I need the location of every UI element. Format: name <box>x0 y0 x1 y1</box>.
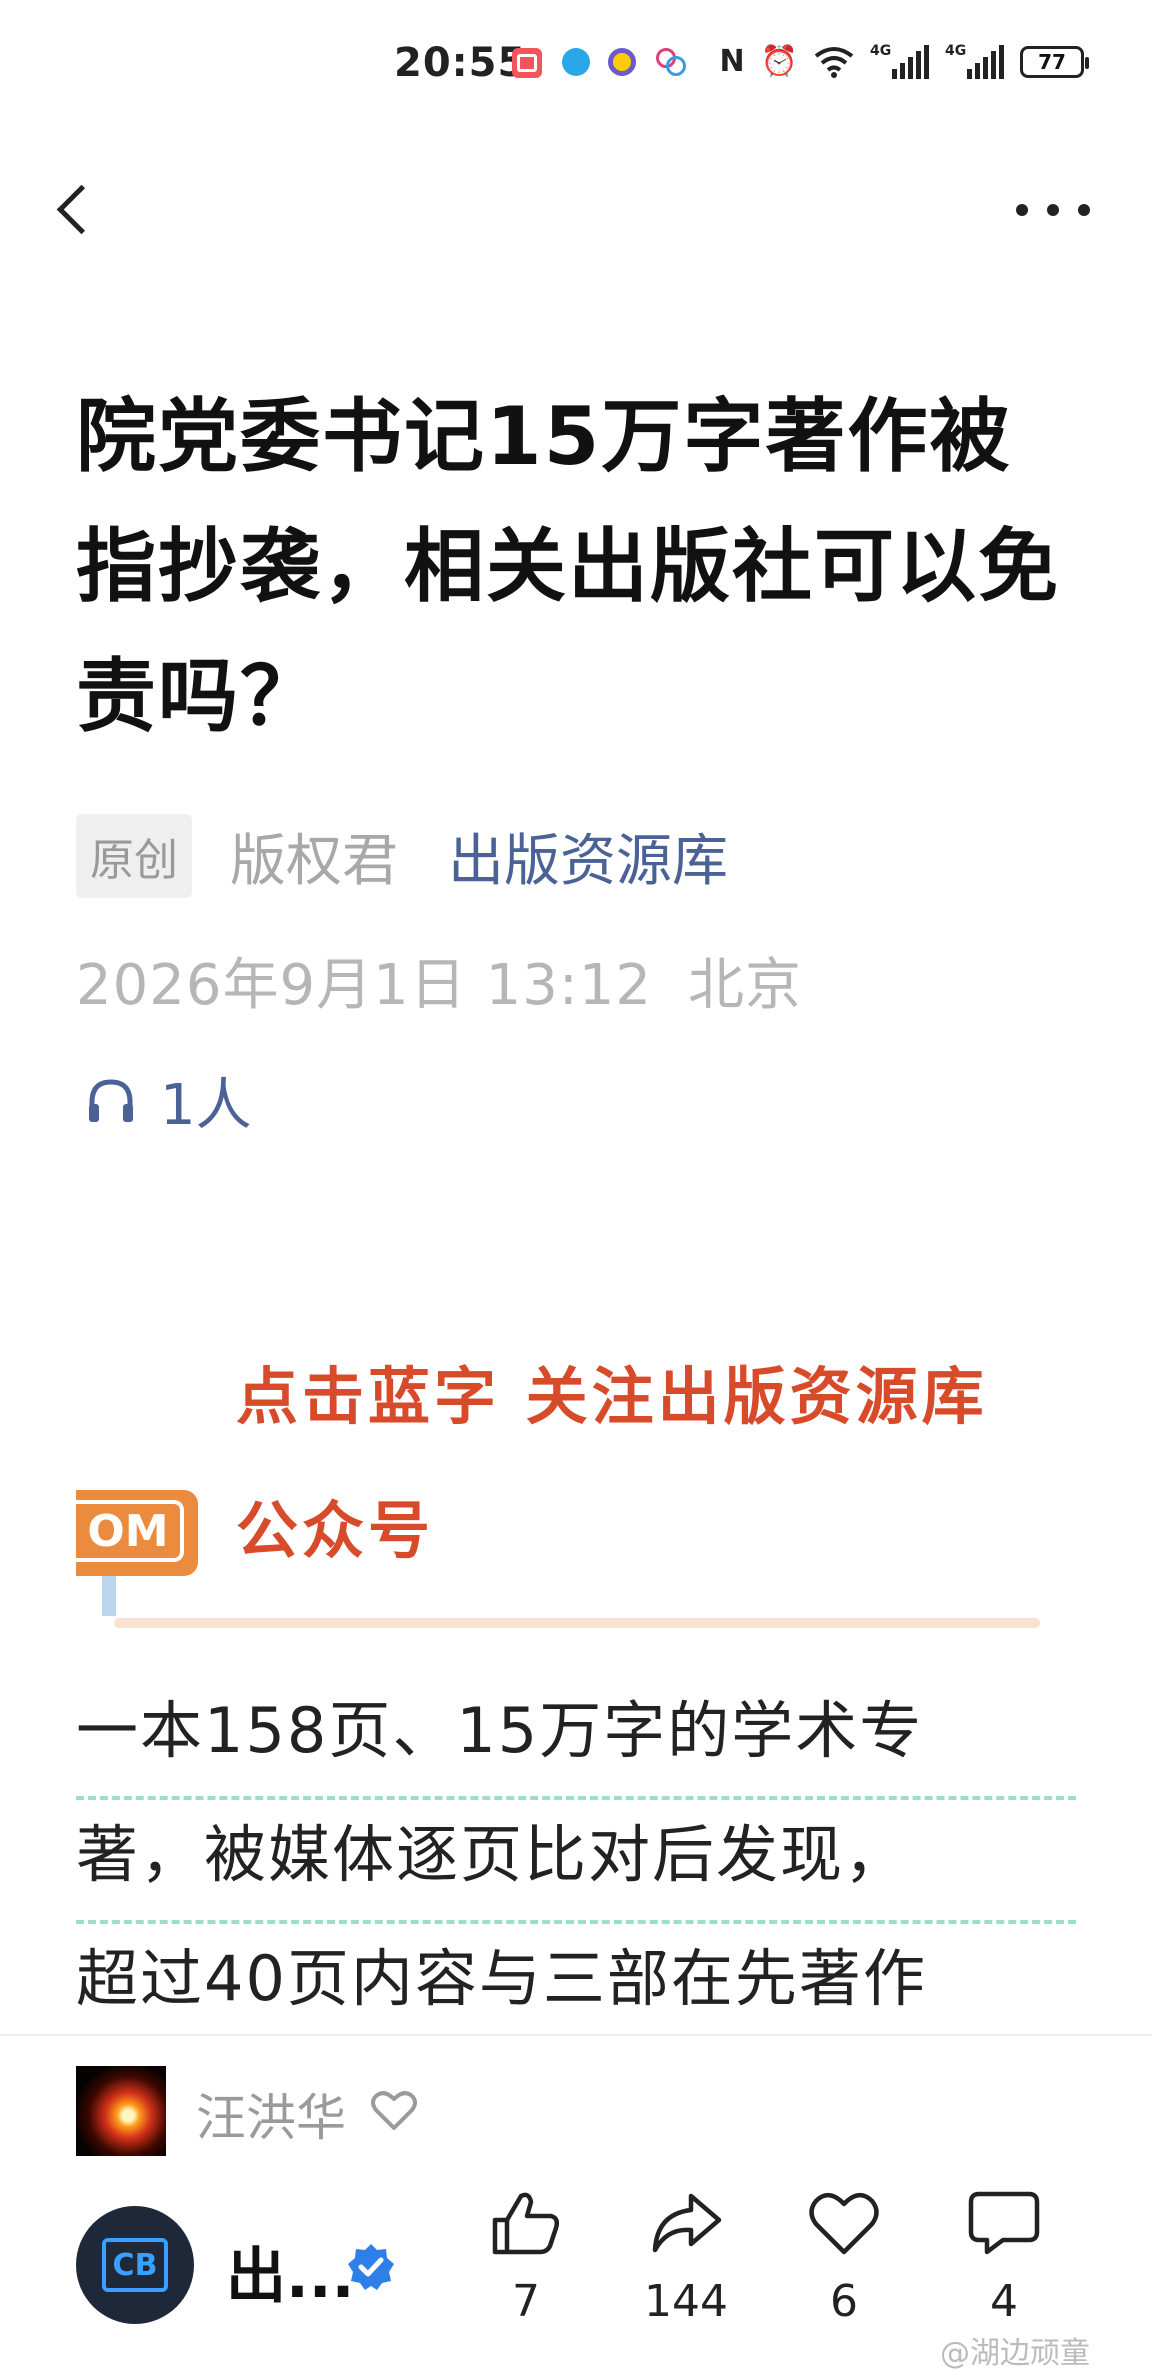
sharer-name[interactable]: 汪洪华 <box>196 2078 346 2150</box>
listen-button[interactable]: 1人 <box>84 1060 252 1141</box>
headphones-icon <box>89 1078 133 1122</box>
account-link[interactable]: 出版资源库 <box>448 816 728 897</box>
publish-date: 2026年9月1日 13:12 <box>76 953 652 1018</box>
signal-icon: 4G <box>870 42 929 79</box>
banner-tag: OM <box>76 1490 198 1576</box>
publish-info: 2026年9月1日 13:12 北京 <box>76 940 838 1021</box>
page: 20:55 N ⏰ 4G 4G 77 院党委书记15万字著作被指抄袭，相关出版社… <box>0 0 1152 2376</box>
signal-icon: 4G <box>945 42 1004 79</box>
notification-app-icon <box>608 48 636 76</box>
comment-button[interactable]: 4 <box>944 2188 1064 2327</box>
article-body: 一本158页、15万字的学术专 著，被媒体逐页比对后发现， 超过40页内容与三部… <box>76 1676 1076 2048</box>
listener-count: 1人 <box>160 1073 252 1138</box>
follow-banner-text: 点击蓝字 关注出版资源库 <box>236 1360 988 1433</box>
more-dot-icon <box>1078 204 1090 216</box>
banner-tag-label: OM <box>76 1500 184 1562</box>
banner-divider <box>114 1618 1040 1628</box>
more-options-button[interactable] <box>1016 190 1090 230</box>
watermark: @湖边顽童 <box>940 2336 1090 2371</box>
favorite-count: 6 <box>830 2276 858 2327</box>
signal-label: 4G <box>945 42 967 59</box>
status-time: 20:55 <box>394 40 527 86</box>
body-line: 著，被媒体逐页比对后发现， <box>76 1800 1076 1924</box>
original-badge: 原创 <box>76 814 192 898</box>
author-name: 版权君 <box>230 828 398 894</box>
comment-count: 4 <box>990 2276 1018 2327</box>
battery-icon: 77 <box>1020 45 1089 78</box>
nfc-icon: N <box>719 44 745 79</box>
wifi-icon <box>814 46 854 78</box>
comment-bubble-icon <box>968 2191 1040 2255</box>
article-meta: 原创 版权君 出版资源库 <box>76 814 728 898</box>
notification-app-icon <box>656 48 686 76</box>
notification-app-icon <box>562 48 590 76</box>
more-dot-icon <box>1047 204 1059 216</box>
like-count: 7 <box>512 2276 540 2327</box>
favorite-button[interactable]: 6 <box>784 2188 904 2327</box>
more-dot-icon <box>1016 204 1028 216</box>
heart-icon <box>809 2193 879 2255</box>
follow-banner-subtext: 公众号 <box>236 1494 435 1567</box>
publish-location: 北京 <box>687 953 802 1018</box>
back-button[interactable] <box>48 170 108 250</box>
body-line: 一本158页、15万字的学术专 <box>76 1676 1076 1800</box>
account-logo-icon: CB <box>102 2238 168 2292</box>
signal-label: 4G <box>870 42 892 59</box>
share-count: 144 <box>644 2276 728 2327</box>
account-short-name[interactable]: 出... <box>226 2228 354 2315</box>
alarm-icon: ⏰ <box>760 44 798 79</box>
article-title: 院党委书记15万字著作被指抄袭，相关出版社可以免责吗？ <box>76 390 1060 743</box>
verified-badge-icon <box>348 2244 394 2290</box>
status-bar: 20:55 N ⏰ 4G 4G 77 <box>0 0 1152 130</box>
status-icons: N ⏰ 4G 4G 77 <box>719 42 1089 79</box>
share-arrow-icon <box>652 2193 722 2253</box>
share-button[interactable]: 144 <box>626 2188 746 2327</box>
thumbs-up-icon <box>492 2192 560 2255</box>
banner-decoration <box>102 1576 116 1616</box>
notification-app-icon <box>512 48 542 78</box>
account-avatar[interactable]: CB <box>76 2206 194 2324</box>
body-line: 超过40页内容与三部在先著作 <box>76 1924 1076 2048</box>
heart-outline-icon[interactable] <box>370 2088 418 2132</box>
like-button[interactable]: 7 <box>466 2188 586 2327</box>
sharer-avatar[interactable] <box>76 2066 166 2156</box>
